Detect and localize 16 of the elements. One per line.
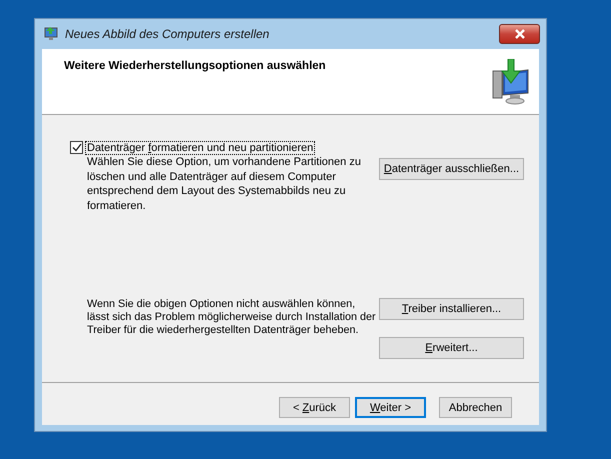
driver-hint-text: Wenn Sie die obigen Optionen nicht auswählen können, lässt sich das Problem möglicherweise durch Installation der Treiber für die wiederhergestellten Datenträger beheben. [87, 298, 377, 337]
close-button[interactable] [499, 24, 540, 44]
cancel-button[interactable]: Abbrechen [439, 397, 512, 418]
format-checkbox[interactable] [70, 141, 83, 154]
page-heading: Weitere Wiederherstellungsoptionen auswählen [64, 59, 326, 74]
checkbox-label[interactable]: Datenträger formatieren und neu partitionieren [86, 142, 314, 154]
advanced-button[interactable]: Erweitert... [379, 337, 524, 359]
next-button[interactable]: Weiter > [355, 397, 426, 418]
install-drivers-button[interactable]: Treiber installieren... [379, 298, 524, 320]
window-title: Neues Abbild des Computers erstellen [65, 27, 270, 41]
option-description: Wählen Sie diese Option, um vorhandene Partitionen zu löschen und alle Datenträger auf diesem Computer entsprechend dem Layout des Systemabbilds neu zu formatieren. [87, 155, 362, 213]
exclude-disks-button[interactable]: Datenträger ausschließen... [379, 158, 524, 180]
back-button[interactable]: < Zurück [279, 397, 350, 418]
computer-arrow-icon [492, 59, 530, 105]
computer-icon [44, 27, 60, 41]
close-icon [514, 29, 526, 39]
